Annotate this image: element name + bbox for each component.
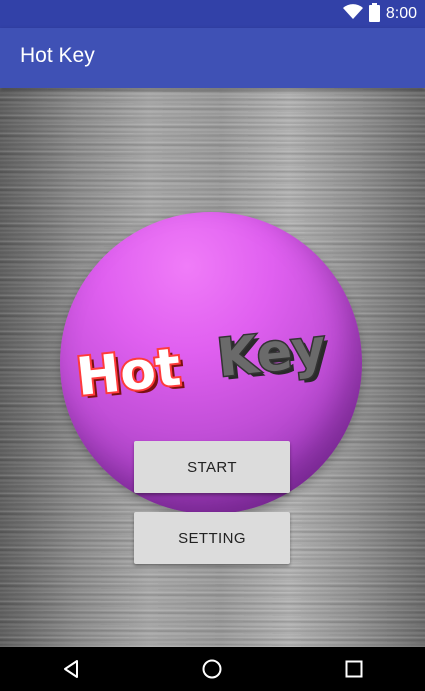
recents-button[interactable] (324, 647, 384, 691)
back-icon (63, 660, 78, 678)
back-button[interactable] (41, 647, 101, 691)
battery-icon (368, 2, 380, 26)
status-time: 8:00 (385, 5, 417, 22)
recents-icon (345, 660, 363, 678)
app-screen: 8:00 Hot Key Hot Hot Key Key START SETTI… (0, 0, 425, 691)
setting-button[interactable]: SETTING (134, 512, 290, 564)
main-content: Hot Hot Key Key START SETTING (0, 88, 425, 647)
status-bar: 8:00 (0, 0, 425, 28)
home-button[interactable] (182, 647, 242, 691)
wifi-icon (342, 4, 363, 24)
logo-hot-text: Hot (74, 337, 184, 408)
app-bar: Hot Key (0, 28, 425, 88)
start-button[interactable]: START (134, 441, 290, 493)
navigation-bar (0, 647, 425, 691)
logo-key-text: Key (215, 318, 329, 389)
status-icons: 8:00 (342, 2, 417, 26)
home-icon (202, 659, 222, 679)
app-title: Hot Key (20, 44, 95, 67)
